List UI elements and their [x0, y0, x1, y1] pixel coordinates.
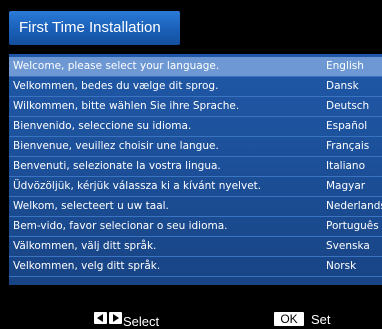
welcome-message: Bem-vido, favor selecionar o seu idioma. [13, 220, 228, 232]
welcome-message: Bienvenido, seleccione su idioma. [13, 120, 192, 132]
welcome-message: Velkommen, bedes du vælge dit sprog. [13, 80, 219, 92]
select-hint-label: Select [123, 314, 160, 329]
language-row-nederlands[interactable]: Welkom, selecteert u uw taal. Nederlands [9, 197, 382, 217]
language-list: Welcome, please select your language. En… [9, 54, 382, 285]
left-right-keys [94, 312, 122, 326]
language-name: Magyar [326, 180, 366, 192]
page-title: First Time Installation [19, 19, 161, 36]
language-name: Deutsch [326, 100, 370, 112]
set-hint-label: Set [311, 312, 331, 327]
language-name: Français [326, 140, 370, 152]
welcome-message: Wilkommen, bitte wählen Sie ihre Sprache… [13, 100, 240, 112]
language-row-english[interactable]: Welcome, please select your language. En… [9, 57, 382, 77]
language-row-espanol[interactable]: Bienvenido, seleccione su idioma. Españo… [9, 117, 382, 137]
welcome-message: Welcome, please select your language. [13, 60, 220, 72]
language-name: Dansk [326, 80, 359, 92]
language-row-dansk[interactable]: Velkommen, bedes du vælge dit sprog. Dan… [9, 77, 382, 97]
language-name: Nederlands [326, 200, 382, 212]
welcome-message: Bienvenue, veuillez choisir une langue. [13, 140, 219, 152]
language-name: Português [326, 220, 379, 232]
welcome-message: Welkom, selecteert u uw taal. [13, 200, 169, 212]
language-row-italiano[interactable]: Benvenuti, selezionate la vostra lingua.… [9, 157, 382, 177]
language-name: Español [326, 120, 368, 132]
language-name: English [326, 60, 364, 72]
language-name: Italiano [326, 160, 365, 172]
language-row-francais[interactable]: Bienvenue, veuillez choisir une langue. … [9, 137, 382, 157]
right-arrow-key-icon [109, 312, 122, 324]
language-row-portugues[interactable]: Bem-vido, favor selecionar o seu idioma.… [9, 217, 382, 237]
welcome-message: Üdvözöljük, kérjük válassza ki a kívánt … [13, 180, 262, 192]
language-name: Norsk [326, 260, 357, 272]
language-name: Svenska [326, 240, 370, 252]
welcome-message: Välkommen, välj ditt språk. [13, 240, 157, 252]
language-row-norsk[interactable]: Velkommen, velg ditt språk. Norsk [9, 257, 382, 277]
language-row-magyar[interactable]: Üdvözöljük, kérjük válassza ki a kívánt … [9, 177, 382, 197]
installation-screen: First Time Installation Welcome, please … [0, 0, 382, 329]
left-arrow-key-icon [94, 312, 107, 324]
welcome-message: Velkommen, velg ditt språk. [13, 260, 161, 272]
language-row-deutsch[interactable]: Wilkommen, bitte wählen Sie ihre Sprache… [9, 97, 382, 117]
title-bar: First Time Installation [9, 11, 180, 45]
language-row-svenska[interactable]: Välkommen, välj ditt språk. Svenska [9, 237, 382, 257]
ok-key-icon: OK [274, 312, 304, 326]
welcome-message: Benvenuti, selezionate la vostra lingua. [13, 160, 221, 172]
